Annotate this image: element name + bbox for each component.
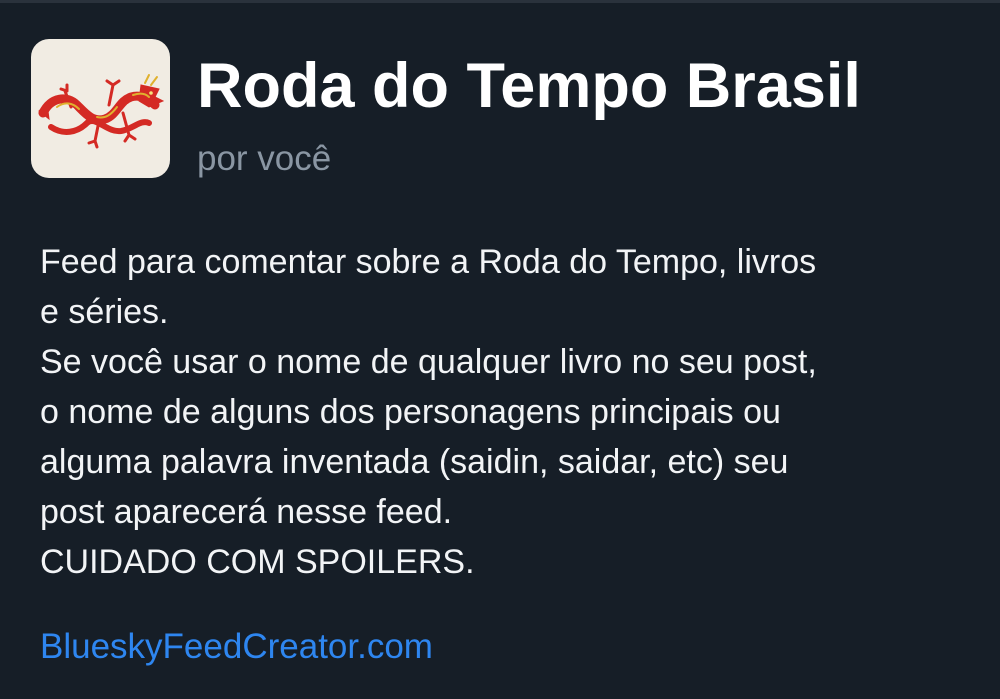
feed-description: Feed para comentar sobre a Roda do Tempo… [40, 237, 970, 587]
feed-byline[interactable]: por você [197, 137, 861, 181]
description-line: Se você usar o nome de qualquer livro no… [40, 343, 817, 381]
feed-creator-link[interactable]: BlueskyFeedCreator.com [40, 624, 433, 670]
top-divider [0, 0, 1000, 3]
feed-title: Roda do Tempo Brasil [197, 51, 861, 121]
description-line: CUIDADO COM SPOILERS. [40, 543, 475, 581]
description-line: post aparecerá nesse feed. [40, 493, 453, 531]
feed-avatar[interactable] [31, 39, 170, 178]
description-line: o nome de alguns dos personagens princip… [40, 393, 781, 431]
dragon-logo-icon [37, 73, 164, 148]
feed-header: Roda do Tempo Brasil por você [31, 39, 861, 181]
description-line: alguma palavra inventada (saidin, saidar… [40, 443, 789, 481]
description-line: e séries. [40, 293, 169, 331]
description-line: Feed para comentar sobre a Roda do Tempo… [40, 243, 817, 281]
feed-detail-screen: Roda do Tempo Brasil por você Feed para … [0, 0, 1000, 699]
title-block: Roda do Tempo Brasil por você [197, 39, 861, 181]
